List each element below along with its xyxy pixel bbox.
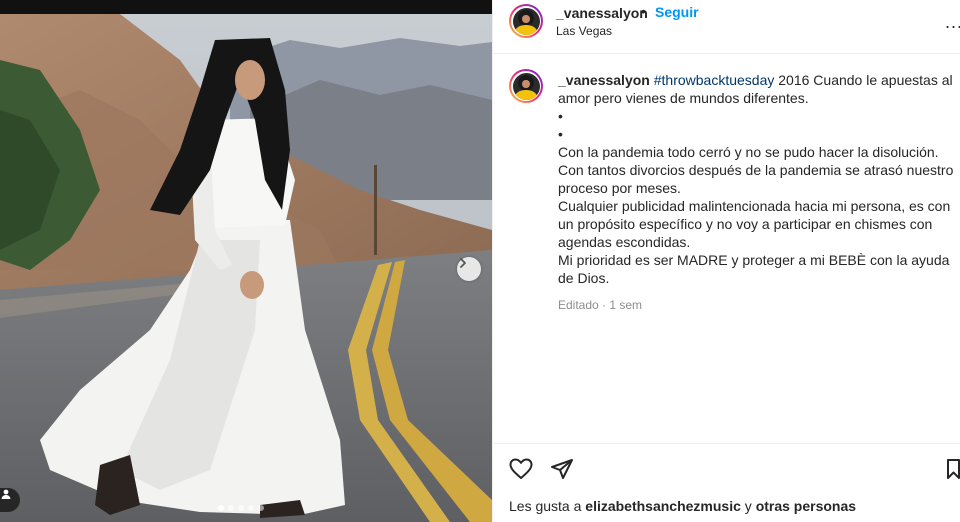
caption-username[interactable]: _vanessalyon [558,72,650,88]
caption-bullet: • [558,108,563,124]
caption-paragraph: Cualquier publicidad malintencionada hac… [558,198,951,250]
post-actions-bar [493,443,960,489]
edited-timestamp: Editado · 1 sem [558,298,643,312]
save-button[interactable] [946,458,960,485]
chevron-right-icon [460,258,466,268]
likes-summary: Les gusta a elizabethsanchezmusic y otra… [509,498,856,514]
hashtag-link[interactable]: #throwbacktuesday [654,72,775,88]
carousel-dot [228,505,234,511]
instagram-post-view: _vanessalyon • Seguir Las Vegas ... _van… [0,0,960,522]
caption-bullet: • [558,126,563,142]
avatar[interactable] [509,4,543,38]
caption-avatar[interactable] [509,69,543,103]
heart-icon [509,458,533,479]
other-likers-link[interactable]: otras personas [756,498,856,514]
post-caption: _vanessalyon #throwbacktuesday 2016 Cuan… [558,71,958,287]
carousel-dot [248,505,254,511]
carousel-dot [258,505,264,511]
user-tag-icon [1,489,11,499]
post-media[interactable] [0,0,492,522]
separator-dot: • [641,3,646,19]
liker-username[interactable]: elizabethsanchezmusic [585,498,741,514]
like-button[interactable] [509,458,533,485]
post-header: _vanessalyon • Seguir Las Vegas ... [493,0,960,54]
carousel-dot [238,505,244,511]
caption-paragraph: Mi prioridad es ser MADRE y proteger a m… [558,252,950,286]
share-button[interactable] [550,458,574,485]
more-options-icon[interactable]: ... [945,12,960,33]
bookmark-icon [947,459,960,479]
carousel-next-button[interactable] [457,257,481,281]
carousel-dot [218,505,224,511]
header-username[interactable]: _vanessalyon [556,5,648,21]
post-details-panel: _vanessalyon • Seguir Las Vegas ... _van… [492,0,960,522]
follow-button[interactable]: Seguir [655,4,699,20]
caption-paragraph: Con la pandemia todo cerró y no se pudo … [558,144,939,160]
likes-middle: y [740,498,756,514]
carousel-indicator [218,505,264,511]
location-link[interactable]: Las Vegas [556,24,612,38]
post-photo [0,0,492,522]
likes-prefix: Les gusta a [509,498,586,514]
send-icon [551,459,573,479]
caption-paragraph: Con tantos divorcios después de la pande… [558,162,954,196]
